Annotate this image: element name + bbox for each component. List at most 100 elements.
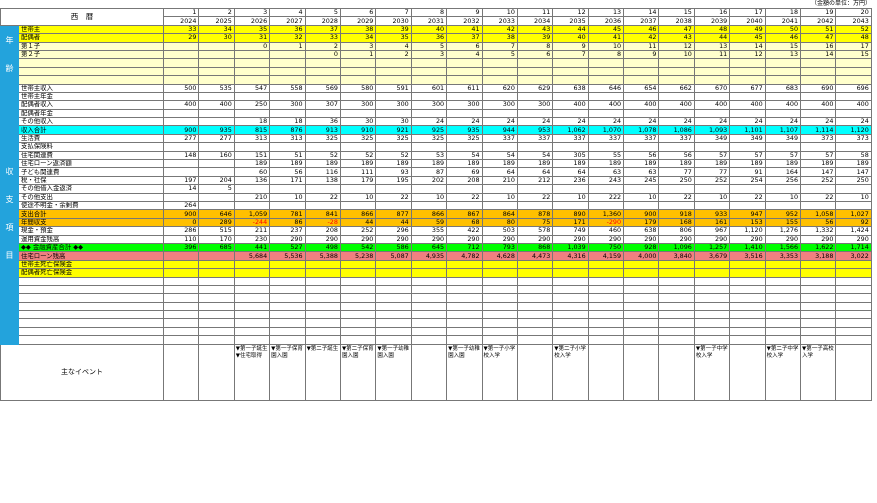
cell-value: 670 bbox=[693, 83, 731, 93]
cell-value: 22 bbox=[446, 192, 483, 203]
cell-value bbox=[339, 259, 377, 270]
cell-value bbox=[233, 75, 271, 85]
cell-value bbox=[375, 58, 412, 68]
cell-value bbox=[835, 91, 872, 102]
cell-value: 690 bbox=[800, 83, 837, 93]
row-label bbox=[18, 284, 164, 295]
cell-value: 289 bbox=[198, 217, 235, 228]
cell-value bbox=[410, 259, 448, 270]
row-label: 配偶者 bbox=[18, 33, 164, 43]
cell-value bbox=[375, 284, 412, 295]
cell-value: 806 bbox=[658, 226, 695, 236]
cell-value: 189 bbox=[800, 159, 837, 169]
cell-value: 48 bbox=[693, 24, 731, 35]
table-row bbox=[1, 284, 872, 295]
table-row: 使途不明金・余剰費 264 bbox=[1, 200, 872, 211]
table-row: 配偶者 29 30 31 32 33 34 35 36 37 38 39 40 41 42 43 44 45 46 4… bbox=[1, 33, 872, 43]
cell-value: 51 bbox=[800, 24, 837, 35]
cell-value bbox=[304, 293, 341, 303]
cell-value bbox=[693, 91, 731, 102]
cell-value: 638 bbox=[552, 83, 589, 93]
cell-value bbox=[658, 58, 695, 68]
cell-value: 93 bbox=[375, 167, 412, 177]
cell-value bbox=[800, 284, 837, 295]
year-index: 5 bbox=[304, 7, 341, 18]
cell-value: 57 bbox=[800, 150, 837, 161]
cell-value bbox=[198, 117, 235, 127]
cell-value: 290 bbox=[764, 234, 802, 244]
cell-value bbox=[516, 200, 554, 211]
row-label bbox=[18, 301, 164, 312]
year-header: 2043 bbox=[835, 16, 872, 26]
cell-value: 22 bbox=[375, 192, 412, 203]
cell-value bbox=[516, 335, 554, 345]
cell-value bbox=[658, 268, 695, 278]
cell-value: 4,000 bbox=[623, 251, 660, 261]
cell-value bbox=[623, 335, 660, 345]
cell-value bbox=[339, 276, 377, 286]
cell-value bbox=[587, 268, 625, 278]
cell-value bbox=[552, 200, 589, 211]
cell-value: 16 bbox=[800, 41, 837, 51]
cell-value: 24 bbox=[587, 117, 625, 127]
cell-value bbox=[835, 293, 872, 303]
cell-value: 277 bbox=[162, 133, 200, 144]
cell-value: 1,058 bbox=[800, 209, 837, 219]
cell-value bbox=[764, 268, 802, 278]
cell-value bbox=[623, 108, 660, 119]
cell-value: 236 bbox=[552, 175, 589, 186]
cell-value: 503 bbox=[481, 226, 518, 236]
cell-value bbox=[198, 335, 235, 345]
cell-value bbox=[162, 117, 200, 127]
cell-value bbox=[446, 293, 483, 303]
cell-value bbox=[835, 326, 872, 337]
row-label: 住宅ローン残高 bbox=[18, 251, 164, 261]
row-label: その他収入 bbox=[18, 117, 164, 127]
row-label: 収入合計 bbox=[18, 125, 164, 135]
cell-value bbox=[587, 301, 625, 312]
cell-value: 290 bbox=[304, 234, 341, 244]
row-label: 住宅関連費 bbox=[18, 150, 164, 161]
cell-value bbox=[658, 310, 695, 320]
cell-value: 116 bbox=[304, 167, 341, 177]
cell-value: 601 bbox=[410, 83, 448, 93]
cell-value bbox=[800, 318, 837, 328]
cell-value: 44 bbox=[375, 217, 412, 228]
cell-value: 44 bbox=[552, 24, 589, 35]
cell-value bbox=[835, 200, 872, 211]
cell-value bbox=[481, 200, 518, 211]
cell-value: 337 bbox=[623, 133, 660, 144]
cell-value: 400 bbox=[587, 100, 625, 110]
table-row: 第２子 0 1 2 3 4 5 6 7 8 9 10 11 12 13 14 15 bbox=[1, 49, 872, 60]
cell-value bbox=[800, 276, 837, 286]
cell-value bbox=[729, 310, 766, 320]
cell-value bbox=[481, 268, 518, 278]
row-label: 税・社保 bbox=[18, 175, 164, 186]
year-header: 2028 bbox=[304, 16, 341, 26]
cell-value: 0 bbox=[162, 217, 200, 228]
cell-value bbox=[552, 75, 589, 85]
cell-value: 910 bbox=[339, 125, 377, 135]
cell-value: 5 bbox=[198, 184, 235, 194]
cell-value bbox=[339, 184, 377, 194]
cell-value bbox=[339, 318, 377, 328]
cell-value bbox=[162, 310, 200, 320]
year-header: 2029 bbox=[339, 16, 377, 26]
cell-value: 296 bbox=[375, 226, 412, 236]
cell-value bbox=[835, 142, 872, 152]
cell-value bbox=[198, 167, 235, 177]
cell-value: 749 bbox=[552, 226, 589, 236]
cell-value bbox=[446, 58, 483, 68]
cell-value: 14 bbox=[800, 49, 837, 60]
cell-value: 290 bbox=[375, 234, 412, 244]
table-row: 住宅ローン残高 5,684 5,536 5,388 5,238 5,087 4,935 4,7… bbox=[1, 251, 872, 261]
cell-value bbox=[162, 259, 200, 270]
cell-value bbox=[623, 142, 660, 152]
cell-value bbox=[339, 293, 377, 303]
cell-value: 52 bbox=[375, 150, 412, 161]
cell-value: 3,353 bbox=[764, 251, 802, 261]
cell-value: 147 bbox=[835, 167, 872, 177]
cell-value bbox=[375, 310, 412, 320]
cell-value: 9 bbox=[623, 49, 660, 60]
cell-value: 953 bbox=[516, 125, 554, 135]
